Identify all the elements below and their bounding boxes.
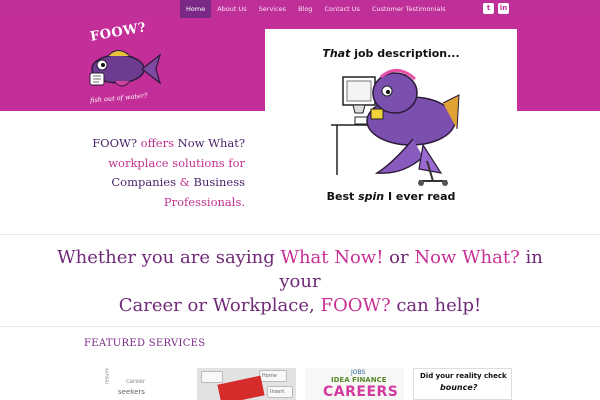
nav-about-us[interactable]: About Us — [211, 0, 252, 18]
red-key — [217, 375, 265, 400]
intro-text: FOOW? offers Now What? workplace solutio… — [92, 136, 245, 209]
thumb-word: CAREERS — [323, 384, 399, 400]
fish-at-computer-illustration — [331, 69, 460, 186]
thumb-word: IDEA FINANCE — [331, 376, 387, 384]
service-thumbnail-word-cloud[interactable]: career seekers resume — [96, 368, 195, 400]
main-nav: Home About Us Services Blog Contact Us C… — [180, 0, 452, 18]
fish-mascot-icon — [89, 50, 162, 87]
thumb-word: career — [126, 378, 146, 385]
tagline: Whether you are saying What Now! or Now … — [57, 247, 543, 316]
keyboard-key — [201, 371, 223, 383]
keyboard-key: Insert — [267, 386, 293, 398]
section-divider — [0, 234, 600, 235]
twitter-icon[interactable]: t — [483, 3, 494, 14]
nav-services[interactable]: Services — [253, 0, 292, 18]
keyboard-key: Home — [259, 370, 287, 382]
featured-services-heading: FEATURED SERVICES — [84, 338, 206, 349]
thumb-word: JOBS — [351, 369, 366, 376]
cartoon-caption: Best spin I ever read — [326, 190, 456, 203]
nav-blog[interactable]: Blog — [292, 0, 318, 18]
service-thumbnail-careers[interactable]: JOBS IDEA FINANCE CAREERS — [305, 368, 404, 400]
nav-customer-testimonials[interactable]: Customer Testimonials — [366, 0, 452, 18]
thumb-word: seekers — [118, 388, 145, 396]
cartoon-title: That job description... — [322, 47, 460, 60]
hero-cartoon: That job description... Best spin I ever… — [265, 29, 517, 212]
section-divider — [0, 326, 600, 327]
top-nav-bar: Home About Us Services Blog Contact Us C… — [0, 0, 600, 18]
service-thumbnail-reality-check[interactable]: Did your reality check bounce? — [413, 368, 512, 400]
service-thumbnail-keyboard[interactable]: Home Insert — [197, 368, 296, 400]
thumb-text: Did your reality check — [420, 372, 507, 380]
thumb-text: bounce? — [440, 383, 478, 392]
linkedin-icon[interactable]: in — [498, 3, 509, 14]
site-logo[interactable]: FOOW? fish out of water? — [84, 20, 164, 110]
thumb-word: resume — [104, 368, 111, 385]
nav-home[interactable]: Home — [180, 0, 212, 18]
nav-contact-us[interactable]: Contact Us — [318, 0, 366, 18]
